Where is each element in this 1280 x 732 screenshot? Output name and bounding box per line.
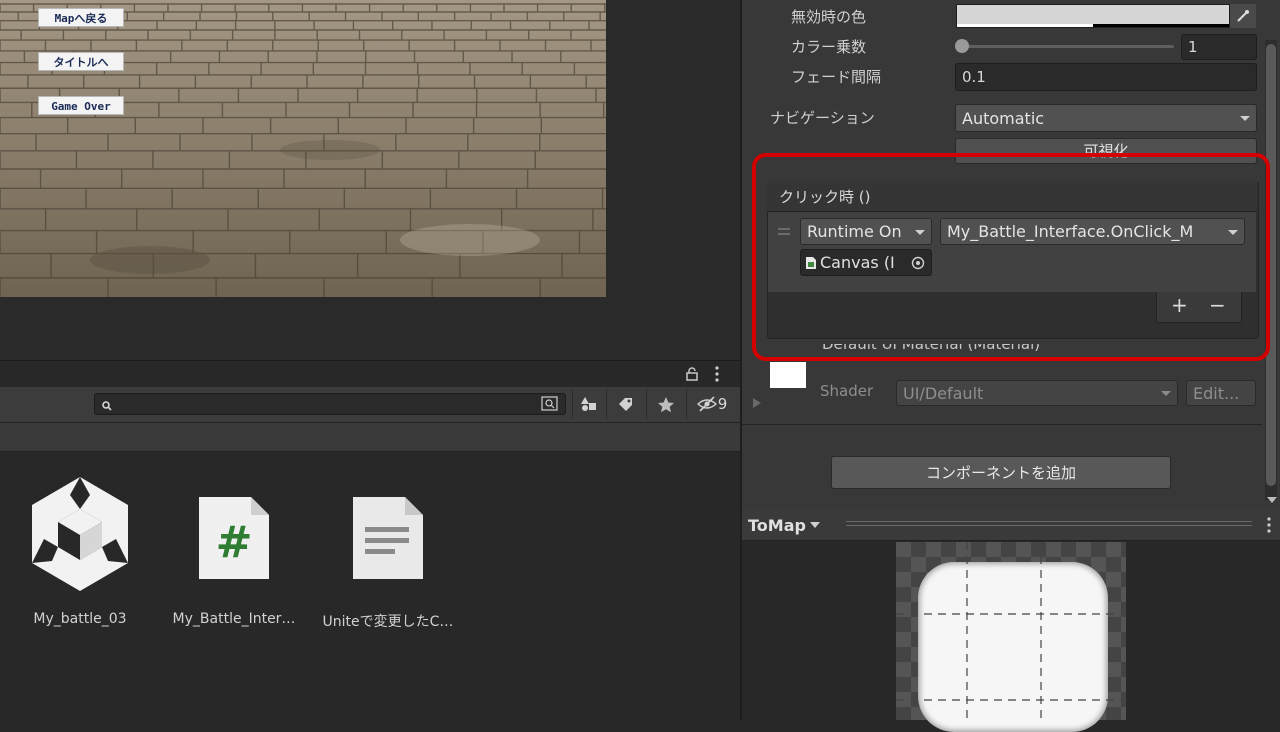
fade-duration-field[interactable]: 0.1: [955, 63, 1257, 91]
brick-floor-scene: [0, 0, 606, 297]
lock-icon[interactable]: [686, 366, 698, 385]
divider: [742, 424, 1262, 425]
shader-edit-button[interactable]: Edit...: [1186, 380, 1256, 406]
to-title-button[interactable]: タイトルへ: [38, 52, 124, 71]
scroll-down-arrow-icon[interactable]: [1266, 490, 1278, 509]
asset-item[interactable]: # My_Battle_Inter…: [159, 491, 309, 627]
kebab-menu-icon[interactable]: [714, 366, 720, 386]
target-object-value: Canvas (I: [820, 253, 895, 272]
navigation-dropdown[interactable]: Automatic: [955, 104, 1257, 132]
hidden-packages-toggle[interactable]: 9: [690, 390, 734, 418]
color-multiplier-field[interactable]: 1: [1181, 34, 1257, 60]
unity-logo-icon: [32, 477, 128, 591]
favorites-star-icon[interactable]: [651, 390, 681, 418]
disabled-color-label: 無効時の色: [791, 8, 867, 26]
visualize-label: 可視化: [1083, 142, 1129, 160]
scrollbar-thumb[interactable]: [1266, 44, 1276, 486]
foldout-arrow-icon[interactable]: [752, 394, 762, 413]
back-to-map-button[interactable]: Mapへ戻る: [38, 8, 124, 27]
filter-by-type-icon[interactable]: [574, 390, 604, 418]
preview-title: ToMap: [748, 515, 806, 535]
kebab-menu-icon[interactable]: [1266, 517, 1272, 537]
on-click-header: クリック時 (): [767, 181, 1257, 212]
runtime-mode-value: Runtime On: [807, 222, 902, 241]
script-file-icon: [806, 256, 816, 269]
remove-listener-button[interactable]: −: [1209, 293, 1226, 317]
navigation-label: ナビゲーション: [770, 109, 875, 127]
on-click-title: クリック時 (): [779, 188, 871, 206]
shader-value: UI/Default: [903, 383, 984, 403]
nine-slice-guides: [896, 542, 1126, 720]
project-toolbar: 9: [0, 387, 740, 423]
project-tab-bar: [0, 361, 740, 387]
add-component-button[interactable]: コンポーネントを追加: [831, 456, 1171, 489]
preview-header: ToMap: [742, 510, 1280, 541]
chevron-down-icon: [915, 229, 925, 235]
color-multiplier-slider-track[interactable]: [962, 45, 1174, 48]
runtime-mode-dropdown[interactable]: Runtime On: [800, 218, 932, 245]
asset-label: My_Battle_Inter…: [172, 611, 296, 627]
search-input[interactable]: [94, 393, 566, 415]
chevron-down-icon: [1228, 229, 1238, 235]
shader-edit-label: Edit...: [1193, 383, 1240, 403]
disabled-color-swatch[interactable]: [956, 4, 1230, 28]
breadcrumb: [0, 423, 740, 452]
asset-item[interactable]: My_battle_03: [5, 477, 155, 627]
brick-floor-image: [0, 0, 606, 297]
navigation-value: Automatic: [962, 108, 1045, 128]
chevron-down-icon: [1240, 116, 1250, 121]
eyedropper-icon[interactable]: [1230, 4, 1256, 28]
search-icon: [101, 397, 113, 416]
chevron-down-icon: [1161, 391, 1171, 396]
color-multiplier-label: カラー乗数: [791, 38, 867, 56]
visualize-button[interactable]: 可視化: [955, 138, 1257, 164]
asset-label: Uniteで変更したC…: [322, 614, 454, 630]
target-object-field[interactable]: Canvas (I: [800, 249, 932, 276]
shader-label: Shader: [820, 382, 874, 400]
hidden-count: 9: [717, 395, 728, 413]
material-preview-thumbnail: [770, 362, 806, 388]
shader-dropdown[interactable]: UI/Default: [896, 380, 1178, 406]
function-dropdown[interactable]: My_Battle_Interface.OnClick_M: [940, 218, 1245, 245]
event-footer: + −: [1156, 292, 1242, 323]
fade-duration-label: フェード間隔: [791, 68, 882, 86]
drag-handle-icon[interactable]: [778, 228, 790, 230]
search-by-type-icon[interactable]: [541, 396, 559, 416]
csharp-script-icon: #: [199, 497, 269, 579]
asset-label: My_battle_03: [33, 611, 127, 627]
game-view: Mapへ戻る タイトルへ Game Over: [0, 0, 740, 360]
add-listener-button[interactable]: +: [1171, 293, 1188, 317]
asset-item[interactable]: Uniteで変更したC…: [313, 491, 463, 630]
object-picker-icon[interactable]: [911, 256, 925, 270]
game-over-button[interactable]: Game Over: [38, 96, 124, 115]
function-value: My_Battle_Interface.OnClick_M: [947, 222, 1194, 241]
filter-by-label-icon[interactable]: [611, 390, 641, 418]
material-name: Default UI Material (Material): [822, 344, 1041, 353]
chevron-down-icon: [809, 522, 820, 528]
preview-title-dropdown[interactable]: ToMap: [748, 513, 838, 537]
project-panel: 9 My_battle_03 # My_Battle_Inter… Uniteで…: [0, 360, 740, 721]
svg-text:#: #: [216, 517, 253, 568]
eye-slash-icon: [696, 396, 717, 412]
color-multiplier-slider-handle[interactable]: [955, 39, 969, 53]
text-document-icon: [353, 497, 423, 579]
